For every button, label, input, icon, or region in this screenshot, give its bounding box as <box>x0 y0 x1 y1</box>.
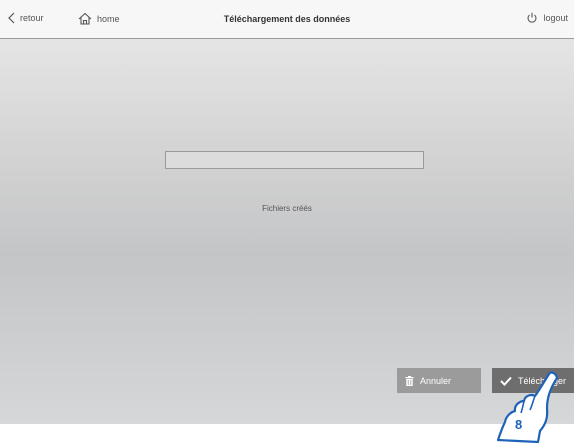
step-number: 8 <box>515 417 522 432</box>
logout-label: logout <box>543 13 568 23</box>
status-text: Fichiers créés <box>262 204 312 213</box>
screen: retour home Téléchargement des données l… <box>0 0 574 424</box>
page-title: Téléchargement des données <box>223 14 351 24</box>
trash-icon <box>405 375 414 386</box>
cancel-button[interactable]: Annuler <box>397 368 481 393</box>
top-bar: retour home Téléchargement des données l… <box>0 0 574 39</box>
power-icon <box>526 12 538 24</box>
pointing-hand-icon: 8 <box>496 371 559 444</box>
logout-button[interactable]: logout <box>526 12 568 24</box>
cancel-label: Annuler <box>420 375 452 386</box>
progress-bar <box>165 151 424 169</box>
